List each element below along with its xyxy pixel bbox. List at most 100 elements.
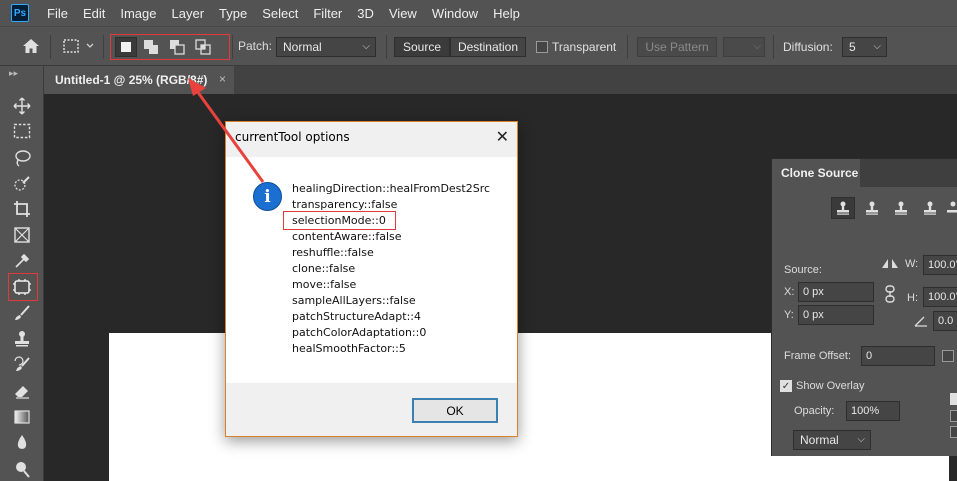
menu-view[interactable]: View <box>389 6 417 21</box>
move-tool-icon[interactable] <box>11 95 33 117</box>
option-line: contentAware::false <box>292 230 402 243</box>
diffusion-select[interactable]: 5 ⌵ <box>842 37 887 57</box>
add-to-selection-button[interactable] <box>140 37 162 57</box>
menu-window[interactable]: Window <box>432 6 478 21</box>
blur-tool-icon[interactable] <box>11 432 33 454</box>
divider <box>50 35 51 59</box>
clone-source-1-icon[interactable] <box>831 197 855 219</box>
marquee-tool-icon[interactable] <box>11 120 33 142</box>
clipped-checkbox[interactable] <box>950 410 957 422</box>
clone-source-5-icon[interactable] <box>944 197 957 219</box>
destination-button[interactable]: Destination <box>450 37 526 57</box>
overlay-blend-mode-value: Normal <box>800 433 839 447</box>
option-line: patchStructureAdapt::4 <box>292 310 421 323</box>
opacity-label: Opacity: <box>794 405 835 417</box>
home-icon[interactable] <box>20 36 42 56</box>
eraser-tool-icon[interactable] <box>11 380 33 402</box>
link-icon[interactable] <box>884 285 896 306</box>
divider <box>386 35 387 59</box>
transparent-label: Transparent <box>552 40 617 54</box>
clone-source-3-icon[interactable] <box>889 197 913 219</box>
collapse-panel-icon[interactable]: ▸▸ <box>9 68 18 79</box>
subtract-from-selection-button[interactable] <box>166 37 188 57</box>
document-tab[interactable]: Untitled-1 @ 25% (RGB/8#) × <box>44 66 234 94</box>
document-tab-title: Untitled-1 @ 25% (RGB/8#) <box>55 73 208 87</box>
divider <box>232 35 233 59</box>
clone-source-4-icon[interactable] <box>918 197 942 219</box>
lock-frame-checkbox[interactable] <box>942 350 954 362</box>
invert-checkbox[interactable] <box>950 426 957 438</box>
angle-input[interactable]: 0.0 <box>933 311 957 331</box>
clone-source-panel: Clone Source W: 100.0° Source: X: 0 px Y… <box>771 158 957 456</box>
tools-panel: ▸▸ <box>0 66 44 481</box>
pattern-picker[interactable]: ⌵ <box>723 37 765 57</box>
frame-tool-icon[interactable] <box>11 224 33 246</box>
y-offset-input[interactable]: 0 px <box>798 305 874 325</box>
menu-help[interactable]: Help <box>493 6 520 21</box>
menu-3d[interactable]: 3D <box>357 6 374 21</box>
patch-label: Patch: <box>238 39 273 53</box>
use-pattern-button[interactable]: Use Pattern <box>637 37 717 57</box>
options-list: healingDirection::healFromDest2Src trans… <box>292 181 490 357</box>
quick-selection-tool-icon[interactable] <box>11 173 33 195</box>
patch-tool-icon[interactable] <box>11 276 33 298</box>
ok-button[interactable]: OK <box>412 398 498 423</box>
chevron-down-icon: ⌵ <box>753 41 761 52</box>
frame-offset-label: Frame Offset: <box>784 350 852 362</box>
chevron-down-icon: ⌵ <box>873 41 881 52</box>
diffusion-value: 5 <box>849 40 856 54</box>
menu-edit[interactable]: Edit <box>83 6 105 21</box>
show-overlay-checkbox[interactable]: ✓ <box>780 380 792 392</box>
flip-horizontal-icon[interactable] <box>881 257 899 272</box>
source-button[interactable]: Source <box>394 37 450 57</box>
history-brush-tool-icon[interactable] <box>11 354 33 376</box>
clone-source-tab[interactable]: Clone Source <box>772 159 860 187</box>
new-selection-button[interactable] <box>115 37 137 57</box>
opacity-input[interactable]: 100% <box>846 401 900 421</box>
divider <box>627 35 628 59</box>
menu-items: File Edit Image Layer Type Select Filter… <box>47 6 535 21</box>
photoshop-logo: Ps <box>11 4 29 22</box>
tool-options-dialog: currentTool options ✕ i healingDirection… <box>225 121 518 437</box>
source-label: Source: <box>784 264 822 276</box>
angle-icon <box>914 315 928 330</box>
x-label: X: <box>784 286 795 298</box>
menu-file[interactable]: File <box>47 6 68 21</box>
show-overlay-label: Show Overlay <box>796 380 865 392</box>
menu-layer[interactable]: Layer <box>172 6 205 21</box>
crop-tool-icon[interactable] <box>11 198 33 220</box>
gradient-tool-icon[interactable] <box>11 406 33 428</box>
auto-hide-checkbox[interactable] <box>950 393 957 405</box>
transparent-checkbox[interactable] <box>536 41 548 53</box>
x-offset-input[interactable]: 0 px <box>798 282 874 302</box>
clone-stamp-tool-icon[interactable] <box>11 328 33 350</box>
tool-preset-picker[interactable] <box>61 36 97 56</box>
option-line: sampleAllLayers::false <box>292 294 416 307</box>
divider <box>103 35 104 59</box>
patch-mode-value: Normal <box>283 40 322 54</box>
menu-image[interactable]: Image <box>120 6 156 21</box>
clone-source-2-icon[interactable] <box>860 197 884 219</box>
option-line-selection-mode: selectionMode::0 <box>292 214 386 227</box>
frame-offset-input[interactable]: 0 <box>861 346 935 366</box>
overlay-blend-mode-select[interactable]: Normal ⌵ <box>793 430 871 450</box>
brush-tool-icon[interactable] <box>11 302 33 324</box>
menu-type[interactable]: Type <box>219 6 247 21</box>
option-line: transparency::false <box>292 198 398 211</box>
patch-mode-select[interactable]: Normal ⌵ <box>276 37 376 57</box>
height-input[interactable]: 100.0° <box>923 287 957 307</box>
height-label: H: <box>907 292 918 304</box>
dialog-title: currentTool options <box>235 130 350 144</box>
menu-filter[interactable]: Filter <box>313 6 342 21</box>
close-tab-icon[interactable]: × <box>219 72 226 86</box>
lasso-tool-icon[interactable] <box>11 147 33 169</box>
eyedropper-tool-icon[interactable] <box>11 250 33 272</box>
chevron-down-icon: ⌵ <box>362 41 370 52</box>
y-label: Y: <box>784 309 794 321</box>
intersect-selection-button[interactable] <box>192 37 214 57</box>
dodge-tool-icon[interactable] <box>11 458 33 480</box>
menu-select[interactable]: Select <box>262 6 298 21</box>
width-input[interactable]: 100.0° <box>923 255 957 275</box>
close-icon[interactable]: ✕ <box>496 127 509 146</box>
option-line: healingDirection::healFromDest2Src <box>292 182 491 195</box>
